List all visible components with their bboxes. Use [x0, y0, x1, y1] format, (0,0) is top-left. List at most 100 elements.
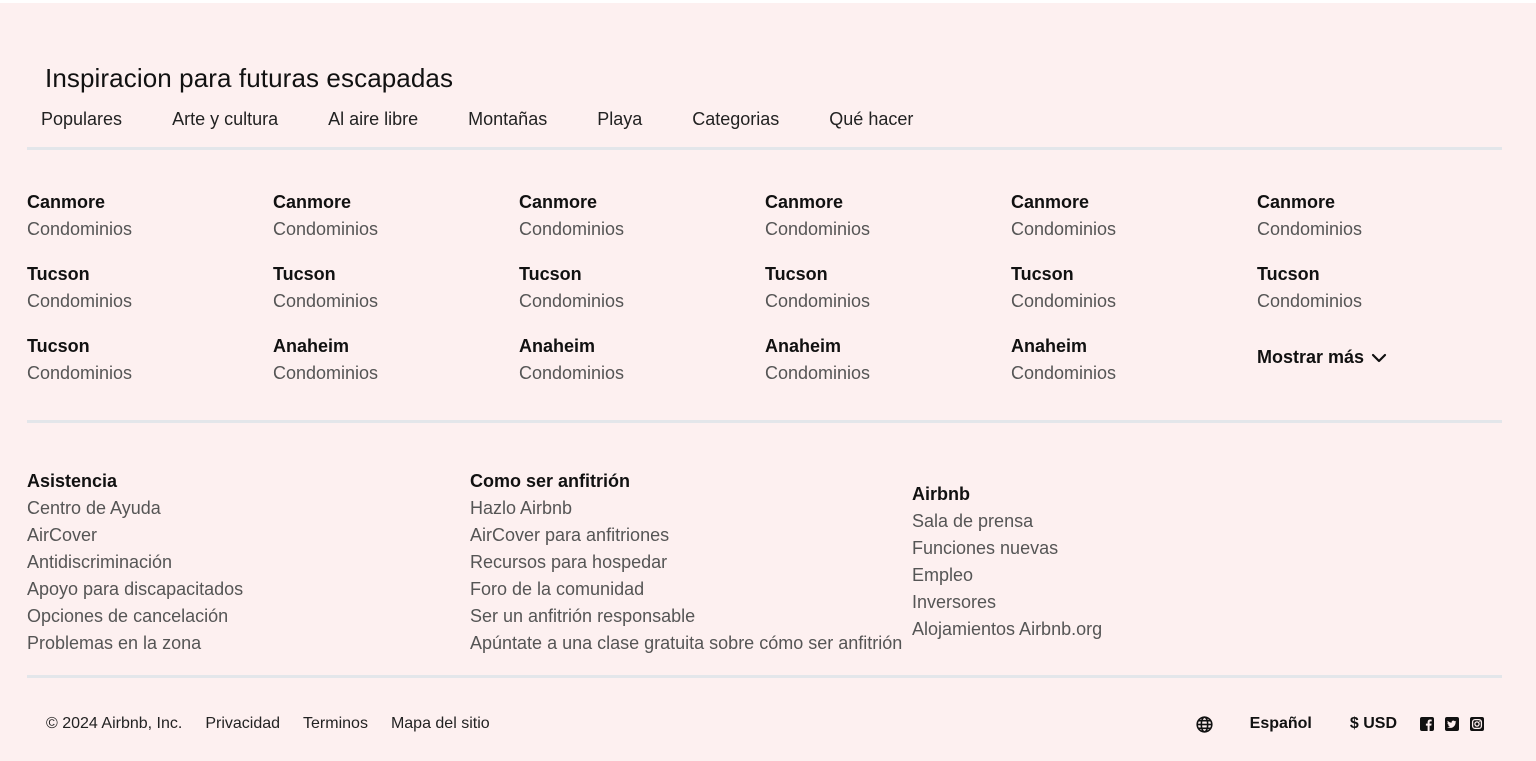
- destination-type: Condominios: [1011, 291, 1117, 311]
- destination-type: Condominios: [765, 291, 871, 311]
- destination-item[interactable]: Canmore Condominios: [1011, 189, 1251, 243]
- destination-item[interactable]: Anaheim Condominios: [519, 333, 759, 387]
- footer-column-asistencia: Asistencia Centro de Ayuda AirCover Anti…: [27, 468, 243, 657]
- privacy-link[interactable]: Privacidad: [205, 715, 280, 733]
- grid-divider: [27, 420, 1502, 423]
- footer-link[interactable]: Antidiscriminación: [27, 549, 243, 576]
- destination-type: Condominios: [765, 363, 871, 383]
- footer-link[interactable]: Ser un anfitrión responsable: [470, 603, 902, 630]
- footer-link[interactable]: Hazlo Airbnb: [470, 495, 902, 522]
- footer-link[interactable]: Foro de la comunidad: [470, 576, 902, 603]
- sitemap-link[interactable]: Mapa del sitio: [391, 715, 490, 733]
- footer-link[interactable]: Opciones de cancelación: [27, 603, 243, 630]
- category-tabs: Populares Arte y cultura Al aire libre M…: [41, 109, 913, 130]
- destination-item[interactable]: Canmore Condominios: [519, 189, 759, 243]
- destination-item[interactable]: Canmore Condominios: [273, 189, 513, 243]
- section-title: Inspiracion para futuras escapadas: [45, 63, 454, 93]
- footer-link[interactable]: Funciones nuevas: [912, 535, 1102, 562]
- destination-type: Condominios: [27, 219, 133, 239]
- tab-populares[interactable]: Populares: [41, 109, 122, 130]
- footer-link[interactable]: Recursos para hospedar: [470, 549, 902, 576]
- footer-link[interactable]: Apoyo para discapacitados: [27, 576, 243, 603]
- copyright-text: © 2024 Airbnb, Inc.: [46, 715, 183, 732]
- footer-heading: Asistencia: [27, 471, 118, 491]
- destination-city: Tucson: [1011, 264, 1074, 284]
- globe-icon[interactable]: [1196, 715, 1213, 733]
- currency-selector[interactable]: $ USD: [1350, 715, 1397, 733]
- tab-que-hacer[interactable]: Qué hacer: [829, 109, 913, 130]
- destination-item[interactable]: Tucson Condominios: [1011, 261, 1251, 315]
- twitter-icon[interactable]: [1445, 717, 1459, 731]
- footer-link[interactable]: Apúntate a una clase gratuita sobre cómo…: [470, 630, 902, 657]
- destination-type: Condominios: [1257, 291, 1363, 311]
- terms-link[interactable]: Terminos: [303, 715, 368, 733]
- footer-link[interactable]: Alojamientos Airbnb.org: [912, 616, 1102, 643]
- destination-type: Condominios: [1011, 363, 1117, 383]
- destination-city: Canmore: [1011, 192, 1090, 212]
- tab-montanas[interactable]: Montañas: [468, 109, 547, 130]
- tab-arte-y-cultura[interactable]: Arte y cultura: [172, 109, 278, 130]
- destination-type: Condominios: [765, 219, 871, 239]
- destination-item[interactable]: Tucson Condominios: [27, 261, 267, 315]
- footer-link[interactable]: AirCover: [27, 522, 243, 549]
- footer-link[interactable]: Centro de Ayuda: [27, 495, 243, 522]
- destination-item[interactable]: Anaheim Condominios: [273, 333, 513, 387]
- footer-link[interactable]: Inversores: [912, 589, 1102, 616]
- destination-type: Condominios: [27, 291, 133, 311]
- destination-type: Condominios: [519, 291, 625, 311]
- destination-city: Canmore: [1257, 192, 1336, 212]
- show-more-label: Mostrar más: [1257, 347, 1365, 367]
- destination-type: Condominios: [27, 363, 133, 383]
- destination-item[interactable]: Tucson Condominios: [765, 261, 1005, 315]
- destination-type: Condominios: [273, 291, 379, 311]
- destination-type: Condominios: [273, 363, 379, 383]
- destination-item[interactable]: Tucson Condominios: [519, 261, 759, 315]
- destination-city: Tucson: [27, 264, 90, 284]
- destination-type: Condominios: [1257, 219, 1363, 239]
- destination-item[interactable]: Tucson Condominios: [273, 261, 513, 315]
- footer-column-anfitrion: Como ser anfitrión Hazlo Airbnb AirCover…: [470, 468, 902, 657]
- destination-city: Tucson: [273, 264, 336, 284]
- destination-item[interactable]: Canmore Condominios: [1257, 189, 1497, 243]
- destination-city: Anaheim: [1011, 336, 1088, 356]
- tabs-divider: [27, 147, 1502, 150]
- destination-item[interactable]: Tucson Condominios: [27, 333, 267, 387]
- footer-heading: Airbnb: [912, 484, 970, 504]
- tab-categorias[interactable]: Categorias: [692, 109, 779, 130]
- destination-city: Anaheim: [273, 336, 350, 356]
- language-selector[interactable]: Español: [1250, 715, 1312, 733]
- footer-bottom-right: Español $ USD: [1196, 715, 1484, 733]
- footer-link[interactable]: AirCover para anfitriones: [470, 522, 902, 549]
- tab-playa[interactable]: Playa: [597, 109, 642, 130]
- destination-city: Tucson: [519, 264, 582, 284]
- footer-column-airbnb: Airbnb Sala de prensa Funciones nuevas E…: [912, 481, 1102, 643]
- tab-al-aire-libre[interactable]: Al aire libre: [328, 109, 418, 130]
- destination-type: Condominios: [273, 219, 379, 239]
- footer-divider: [27, 675, 1502, 678]
- destination-city: Tucson: [27, 336, 90, 356]
- footer-bottom-left: © 2024 Airbnb, Inc. Privacidad Terminos …: [46, 715, 513, 733]
- destination-city: Canmore: [765, 192, 844, 212]
- chevron-down-icon: [1370, 349, 1388, 367]
- instagram-icon[interactable]: [1470, 717, 1484, 731]
- footer-link[interactable]: Empleo: [912, 562, 1102, 589]
- facebook-icon[interactable]: [1420, 717, 1434, 731]
- destination-city: Canmore: [519, 192, 598, 212]
- footer-page: Inspiracion para futuras escapadas Popul…: [0, 3, 1536, 761]
- destination-city: Anaheim: [765, 336, 842, 356]
- destination-item[interactable]: Canmore Condominios: [765, 189, 1005, 243]
- show-more-button[interactable]: Mostrar más: [1257, 347, 1388, 368]
- destination-city: Canmore: [273, 192, 352, 212]
- destination-type: Condominios: [519, 219, 625, 239]
- footer-link[interactable]: Sala de prensa: [912, 508, 1102, 535]
- destination-item[interactable]: Canmore Condominios: [27, 189, 267, 243]
- footer-link[interactable]: Problemas en la zona: [27, 630, 243, 657]
- destination-item[interactable]: Anaheim Condominios: [765, 333, 1005, 387]
- destination-item[interactable]: Tucson Condominios: [1257, 261, 1497, 315]
- destination-type: Condominios: [1011, 219, 1117, 239]
- destination-city: Tucson: [765, 264, 828, 284]
- destination-city: Tucson: [1257, 264, 1320, 284]
- footer-heading: Como ser anfitrión: [470, 471, 631, 491]
- destination-item[interactable]: Anaheim Condominios: [1011, 333, 1251, 387]
- destination-city: Anaheim: [519, 336, 596, 356]
